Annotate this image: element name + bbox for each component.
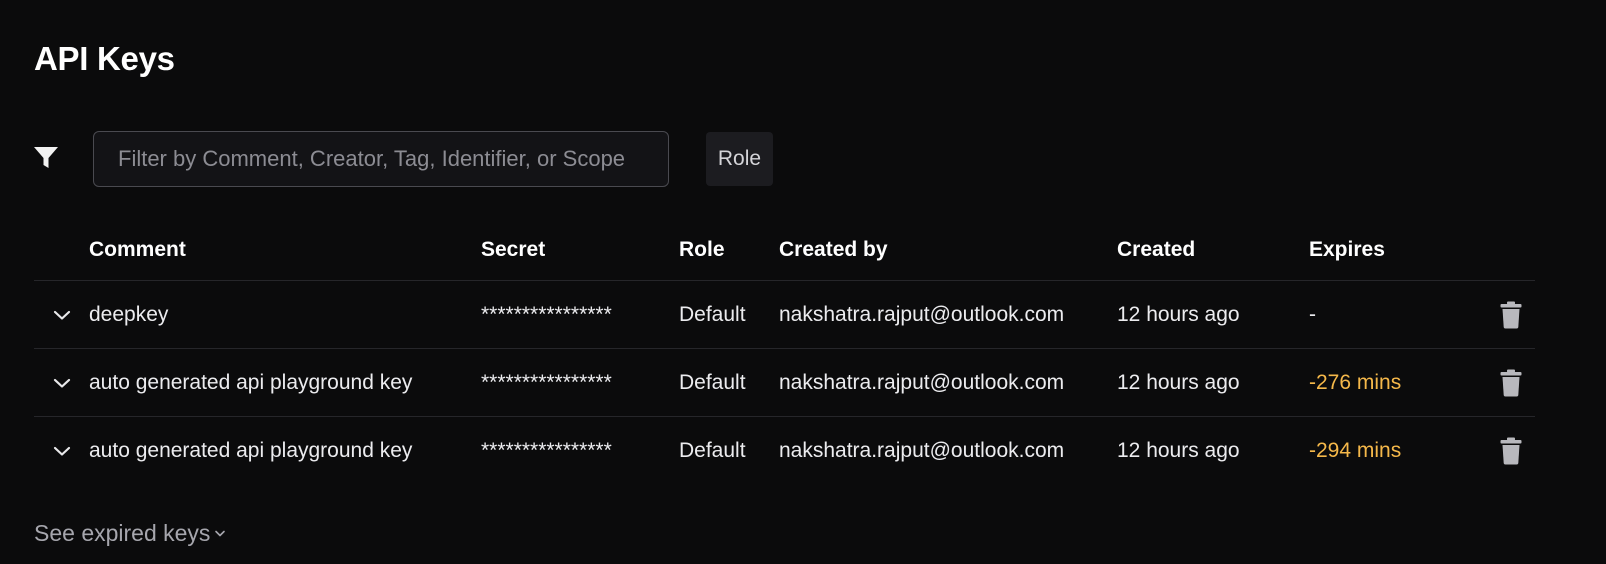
key-comment: auto generated api playground key xyxy=(89,438,413,462)
api-keys-table: Comment Secret Role Created by Created E… xyxy=(34,226,1535,484)
see-expired-keys-link[interactable]: See expired keys xyxy=(34,520,226,547)
column-header-expires[interactable]: Expires xyxy=(1309,226,1385,274)
key-expires: -276 mins xyxy=(1309,370,1402,394)
column-header-secret[interactable]: Secret xyxy=(481,226,545,274)
expand-row-button[interactable] xyxy=(50,349,74,416)
key-role: Default xyxy=(679,370,746,394)
table-row: deepkey **************** Default nakshat… xyxy=(34,281,1535,349)
expand-row-button[interactable] xyxy=(50,417,74,484)
key-role: Default xyxy=(679,302,746,326)
filter-input[interactable] xyxy=(93,131,669,187)
column-header-created-by[interactable]: Created by xyxy=(779,226,888,274)
column-header-role[interactable]: Role xyxy=(679,226,725,274)
chevron-down-icon xyxy=(53,378,71,388)
trash-icon xyxy=(1500,437,1522,464)
key-secret: **************** xyxy=(481,302,612,326)
table-row: auto generated api playground key ******… xyxy=(34,417,1535,484)
key-secret: **************** xyxy=(481,370,612,394)
see-expired-keys-label: See expired keys xyxy=(34,520,211,546)
key-created-by: nakshatra.rajput@outlook.com xyxy=(779,302,1065,326)
key-expires: - xyxy=(1309,302,1316,326)
key-created: 12 hours ago xyxy=(1117,370,1240,394)
trash-icon xyxy=(1500,369,1522,396)
key-secret: **************** xyxy=(481,438,612,462)
delete-key-button[interactable] xyxy=(1498,281,1524,348)
chevron-down-icon xyxy=(53,446,71,456)
table-header: Comment Secret Role Created by Created E… xyxy=(34,226,1535,281)
key-created: 12 hours ago xyxy=(1117,438,1240,462)
key-created-by: nakshatra.rajput@outlook.com xyxy=(779,438,1065,462)
table-row: auto generated api playground key ******… xyxy=(34,349,1535,417)
key-comment: deepkey xyxy=(89,302,169,326)
delete-key-button[interactable] xyxy=(1498,417,1524,484)
key-comment: auto generated api playground key xyxy=(89,370,413,394)
delete-key-button[interactable] xyxy=(1498,349,1524,416)
chevron-down-icon xyxy=(53,310,71,320)
column-header-created[interactable]: Created xyxy=(1117,226,1195,274)
column-header-comment[interactable]: Comment xyxy=(89,226,186,274)
trash-icon xyxy=(1500,301,1522,328)
expand-row-button[interactable] xyxy=(50,281,74,348)
filter-icon[interactable] xyxy=(33,146,59,170)
key-created-by: nakshatra.rajput@outlook.com xyxy=(779,370,1065,394)
key-role: Default xyxy=(679,438,746,462)
api-keys-page: API Keys Role Comment Secret Role Create… xyxy=(0,0,1606,564)
key-expires: -294 mins xyxy=(1309,438,1402,462)
key-created: 12 hours ago xyxy=(1117,302,1240,326)
page-title: API Keys xyxy=(34,40,175,77)
chevron-down-icon xyxy=(215,530,226,537)
role-filter-button[interactable]: Role xyxy=(706,132,773,186)
